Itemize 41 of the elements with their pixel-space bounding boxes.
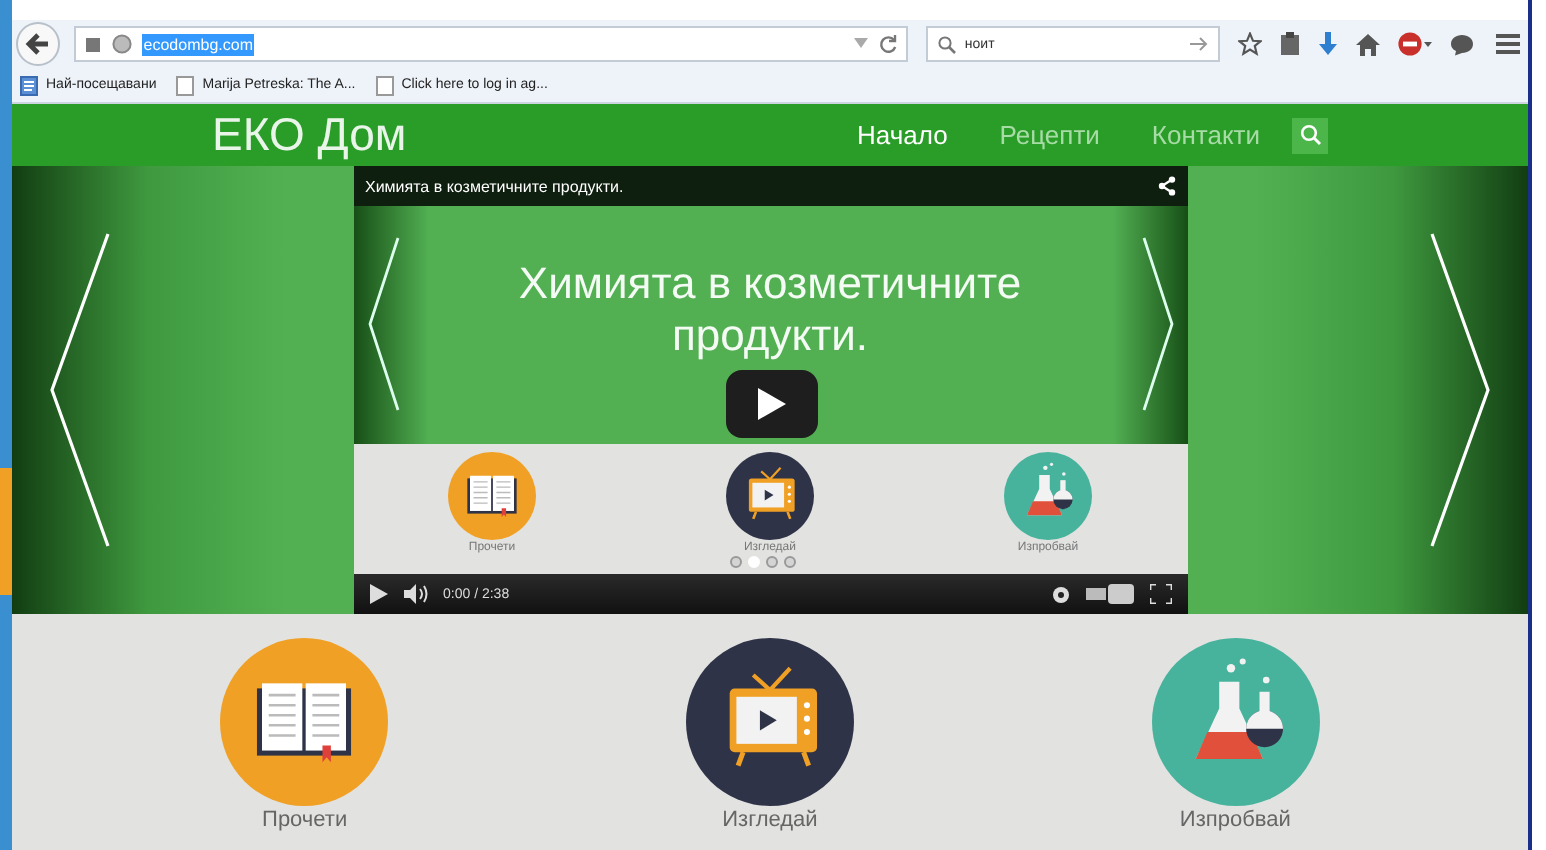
feature-label[interactable]: Прочети (262, 808, 348, 832)
feature-label[interactable]: Изгледай (722, 808, 818, 832)
site-logo[interactable]: ЕКО Дом (212, 108, 407, 162)
menu-icon[interactable] (1495, 34, 1520, 54)
play-button[interactable] (725, 370, 817, 438)
play-icon (757, 388, 785, 420)
reload-icon[interactable] (878, 34, 899, 54)
television-icon[interactable] (726, 452, 814, 540)
volume-icon[interactable] (403, 584, 427, 604)
search-icon (1299, 124, 1321, 146)
nav-link[interactable]: Начало (857, 120, 948, 150)
stop-sign-icon[interactable] (1397, 32, 1432, 56)
nav-link[interactable]: Контакти (1151, 120, 1260, 150)
go-arrow-icon[interactable] (1189, 36, 1208, 52)
back-arrow-icon (23, 30, 52, 58)
share-icon[interactable] (1157, 176, 1175, 196)
clipboard-icon[interactable] (1279, 32, 1300, 56)
url-text: ecodombg.com (141, 33, 255, 55)
star-icon[interactable] (1237, 32, 1262, 56)
blank-page-icon (176, 75, 195, 95)
address-bar[interactable]: ecodombg.com (73, 26, 909, 62)
feature-label[interactable]: Изпробвай (1179, 808, 1291, 832)
search-button[interactable] (1292, 117, 1328, 153)
fullscreen-icon[interactable] (1149, 584, 1171, 604)
video-title[interactable]: Химията в козметичните продукти. (365, 177, 624, 195)
book-icon[interactable] (448, 452, 536, 540)
document-icon (20, 75, 38, 95)
search-icon (938, 35, 957, 53)
chat-icon[interactable] (1449, 33, 1474, 55)
page-icon (83, 35, 102, 53)
home-icon[interactable] (1355, 33, 1380, 55)
blank-page-icon (375, 75, 394, 95)
play-icon[interactable] (369, 584, 387, 604)
flask-icon[interactable] (1004, 452, 1092, 540)
television-icon[interactable] (685, 638, 854, 806)
book-icon[interactable] (220, 638, 389, 806)
flask-icon[interactable] (1151, 638, 1320, 806)
download-icon[interactable] (1317, 32, 1338, 56)
back-button[interactable] (16, 22, 60, 66)
slide-heading: Химията в козметичните продукти. (516, 258, 1024, 364)
nav-link[interactable]: Рецепти (999, 120, 1100, 150)
